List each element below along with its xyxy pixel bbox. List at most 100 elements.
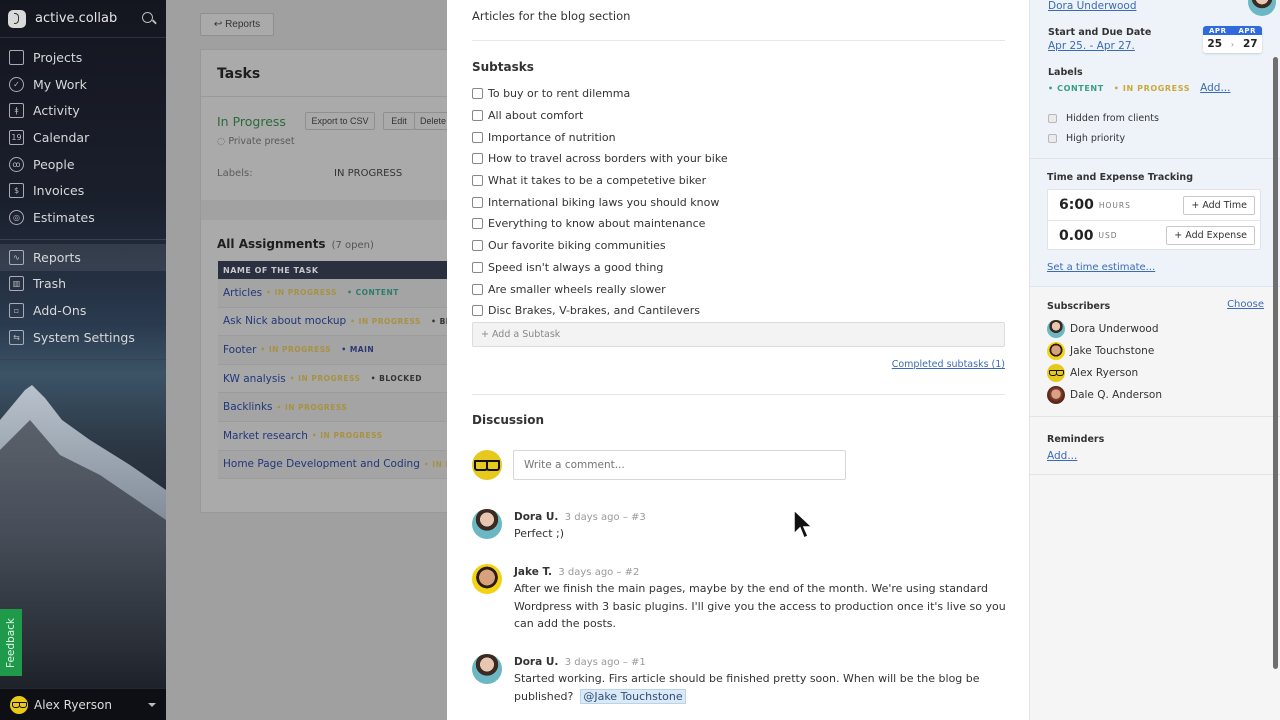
comment-meta[interactable]: 3 days ago – #2 [558,567,639,578]
subtask-checkbox[interactable] [472,175,483,187]
sidebar-item-invoices[interactable]: $ Invoices [0,177,166,204]
hidden-from-clients-checkbox[interactable]: Hidden from clients [1048,113,1159,124]
sidebar-item-activity[interactable]: ǂ Activity [0,97,166,124]
subtask-checkbox[interactable] [472,261,483,273]
subtask-label[interactable]: Everything to know about maintenance [488,217,705,230]
sidebar-item-my-work[interactable]: ✓ My Work [0,71,166,98]
user-mention[interactable]: @Jake Touchstone [580,688,686,704]
subtask-item[interactable]: Disc Brakes, V-brakes, and Cantilevers [472,300,728,322]
search-icon[interactable] [142,11,156,26]
assignee-link[interactable]: Dora Underwood [1048,0,1136,12]
choose-subscribers-link[interactable]: Choose [1227,299,1264,310]
label-content[interactable]: • CONTENT [1048,84,1104,93]
label-in-progress[interactable]: • IN PROGRESS [1114,84,1190,93]
task-name-link[interactable]: Market research [223,430,308,442]
scrollbar[interactable] [1273,57,1278,669]
task-name-link[interactable]: Articles [223,287,262,299]
mountain-background-image [0,385,166,720]
subtask-label[interactable]: All about comfort [488,109,583,122]
subtask-checkbox[interactable] [472,283,483,295]
subtask-item[interactable]: Our favorite biking communities [472,235,728,257]
subtask-label[interactable]: International biking laws you should kno… [488,196,719,209]
subtask-label[interactable]: How to travel across borders with your b… [488,152,728,165]
comment-author-avatar[interactable] [472,509,502,539]
comment-meta[interactable]: 3 days ago – #3 [565,512,646,523]
table-row[interactable]: Ask Nick about mockup• IN PROGRESS • BLO… [218,307,461,337]
comment-author[interactable]: Dora U. [514,656,558,668]
assignee-avatar[interactable] [1248,0,1276,16]
set-time-estimate-link[interactable]: Set a time estimate... [1047,262,1155,273]
checkbox[interactable] [1048,134,1057,143]
comment-input[interactable] [513,450,846,480]
table-row[interactable]: Footer • IN PROGRESS • MAIN [218,336,461,365]
subtask-label[interactable]: Importance of nutrition [488,131,616,144]
task-name-link[interactable]: Ask Nick about mockup [223,315,346,327]
subtask-item[interactable]: International biking laws you should kno… [472,191,728,213]
comment-author[interactable]: Jake T. [514,566,552,578]
add-subtask-input[interactable]: + Add a Subtask [472,322,1005,347]
add-time-button[interactable]: + Add Time [1183,195,1255,215]
subtask-item[interactable]: How to travel across borders with your b… [472,148,728,170]
sidebar-item-estimates[interactable]: ◎ Estimates [0,204,166,231]
task-name-link[interactable]: Footer [223,344,256,356]
sidebar-item-add-ons[interactable]: ▫ Add-Ons [0,297,166,324]
subtask-checkbox[interactable] [472,196,483,208]
sidebar-item-calendar[interactable]: 19 Calendar [0,124,166,151]
date-range-calendar-badge[interactable]: APR APR 25 › 27 [1203,26,1262,53]
subtask-label[interactable]: Our favorite biking communities [488,239,666,252]
subtask-label[interactable]: What it takes to be a competetive biker [488,174,706,187]
back-to-reports-button[interactable]: ↩ Reports [200,13,274,36]
table-row[interactable]: Home Page Development and Coding• IN PRO… [218,450,461,480]
comment-author-avatar[interactable] [472,654,502,684]
comment-author-avatar[interactable] [472,564,502,594]
task-labels: • CONTENT • IN PROGRESS Add... [1048,82,1230,94]
comment-author[interactable]: Dora U. [514,511,558,523]
subtask-label[interactable]: To buy or to rent dilemma [488,87,630,100]
assignments-title-text: All Assignments [217,237,326,251]
task-name-link[interactable]: Home Page Development and Coding [223,458,420,470]
column-header-task-name[interactable]: NAME OF THE TASK [218,261,461,279]
sidebar-item-people[interactable]: ꝏ People [0,151,166,178]
sidebar-item-trash[interactable]: ▥ Trash [0,271,166,298]
subtask-item[interactable]: What it takes to be a competetive biker [472,170,728,192]
feedback-tab[interactable]: Feedback [0,609,22,676]
subtask-checkbox[interactable] [472,240,483,252]
user-menu[interactable]: Alex Ryerson [0,688,166,720]
checkbox[interactable] [1048,114,1057,123]
add-label-link[interactable]: Add... [1200,82,1230,94]
table-row[interactable]: KW analysis • IN PROGRESS • BLOCKED [218,364,461,394]
subtask-checkbox[interactable] [472,110,483,122]
high-priority-checkbox[interactable]: High priority [1048,133,1125,144]
sidebar-item-projects[interactable]: Projects [0,44,166,71]
subtask-checkbox[interactable] [472,131,483,143]
subtask-checkbox[interactable] [472,153,483,165]
add-reminder-link[interactable]: Add... [1047,450,1077,462]
completed-subtasks-link[interactable]: Completed subtasks (1) [892,359,1005,370]
task-name-link[interactable]: Backlinks [223,401,273,413]
task-label: • BLOCKED [364,374,422,384]
subtask-checkbox[interactable] [472,218,483,230]
subtask-item[interactable]: Importance of nutrition [472,126,728,148]
sidebar-item-system-settings[interactable]: ⇆ System Settings [0,324,166,351]
table-row[interactable]: Market research • IN PROGRESS [218,421,461,451]
subtask-checkbox[interactable] [472,305,483,317]
subtask-label[interactable]: Speed isn't always a good thing [488,261,663,274]
subtask-item[interactable]: Are smaller wheels really slower [472,278,728,300]
export-csv-button[interactable]: Export to CSV [305,112,375,130]
subtask-label[interactable]: Are smaller wheels really slower [488,283,666,296]
subtask-checkbox[interactable] [472,88,483,100]
active-collab-logo-icon[interactable] [8,9,26,28]
subtask-item[interactable]: To buy or to rent dilemma [472,83,728,105]
sidebar-item-reports[interactable]: ∿ Reports [0,243,166,271]
task-name-link[interactable]: KW analysis [223,373,286,385]
subtask-item[interactable]: All about comfort [472,105,728,127]
edit-preset-button[interactable]: Edit [383,112,415,130]
subtask-item[interactable]: Speed isn't always a good thing [472,257,728,279]
subtask-item[interactable]: Everything to know about maintenance [472,213,728,235]
subtask-label[interactable]: Disc Brakes, V-brakes, and Cantilevers [488,304,700,317]
add-expense-button[interactable]: + Add Expense [1166,226,1255,245]
table-row[interactable]: Articles • IN PROGRESS • CONTENT [218,279,461,308]
dates-link[interactable]: Apr 25. - Apr 27. [1048,40,1135,52]
comment-meta[interactable]: 3 days ago – #1 [565,657,646,668]
table-row[interactable]: Backlinks • IN PROGRESS [218,393,461,422]
